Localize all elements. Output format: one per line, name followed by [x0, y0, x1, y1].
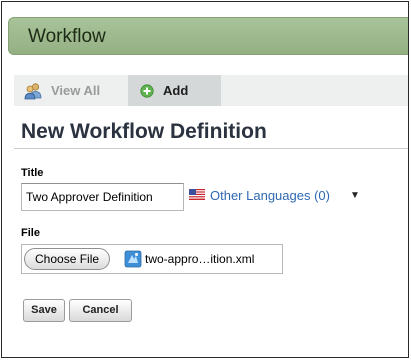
page-title: New Workflow Definition	[21, 120, 267, 143]
us-flag-icon[interactable]	[189, 189, 205, 200]
choose-file-button[interactable]: Choose File	[24, 248, 111, 270]
add-circle-icon	[140, 83, 154, 98]
file-label: File	[21, 227, 40, 239]
cancel-button[interactable]: Cancel	[69, 299, 132, 322]
tab-add[interactable]: Add	[128, 75, 221, 106]
title-label: Title	[21, 167, 44, 179]
title-divider	[14, 148, 408, 149]
users-icon	[24, 82, 42, 100]
tab-add-label: Add	[163, 83, 189, 98]
portlet-title: Workflow	[28, 26, 106, 47]
tab-bar: View All Add	[14, 75, 408, 106]
other-languages-link[interactable]: Other Languages (0)	[210, 188, 330, 203]
tab-view-all[interactable]: View All	[14, 75, 128, 106]
title-input[interactable]	[21, 183, 184, 211]
file-input[interactable]: Choose File two-appro…ition.xml	[21, 244, 283, 274]
save-button[interactable]: Save	[23, 299, 65, 322]
selected-file-name: two-appro…ition.xml	[145, 252, 255, 266]
portlet-header: Workflow	[8, 17, 408, 55]
xml-file-icon	[124, 250, 142, 268]
portlet-frame: Workflow View All Add New Workflow Defin…	[1, 1, 409, 358]
chevron-down-icon[interactable]: ▼	[350, 190, 360, 201]
tab-view-all-label: View All	[51, 83, 101, 98]
